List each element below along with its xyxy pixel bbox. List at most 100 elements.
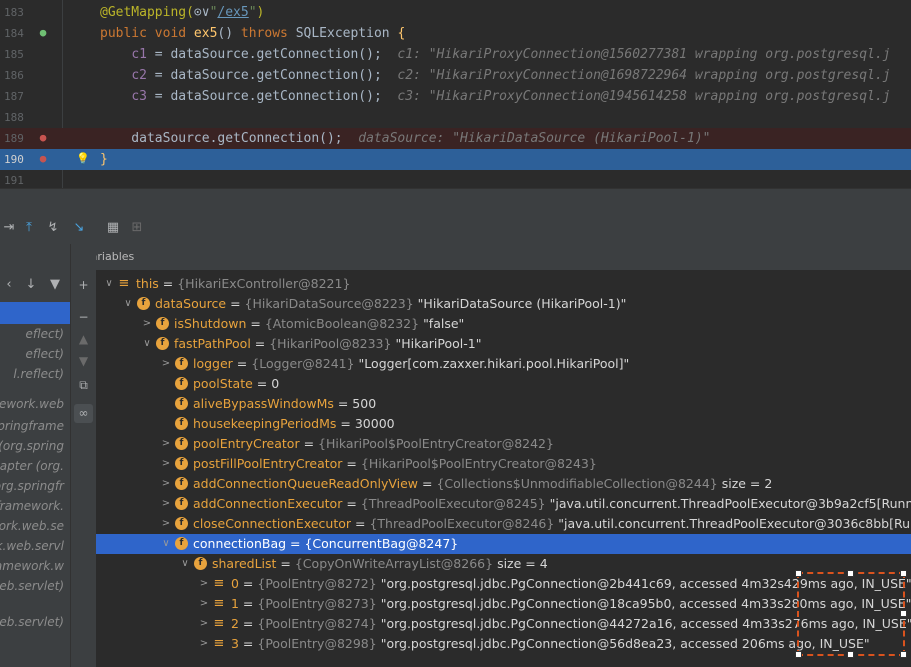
collapse-arrow-icon[interactable]: ∨ <box>161 534 171 554</box>
stack-frame[interactable]: amework.web <box>0 394 64 414</box>
evaluate-expression-icon[interactable]: ▦ <box>104 219 122 237</box>
expand-arrow-icon[interactable]: > <box>199 614 209 634</box>
stack-frame[interactable]: springframe <box>0 416 64 436</box>
expand-arrow-icon[interactable]: > <box>199 634 209 654</box>
variable-row[interactable]: > f logger = {Logger@8241} "Logger[com.zax… <box>96 354 911 374</box>
code-line[interactable]: 188 <box>0 107 911 128</box>
variable-row[interactable]: f poolState = 0 <box>96 374 911 394</box>
step-out-icon[interactable]: ⇥ <box>0 219 18 237</box>
line-number[interactable]: 183 <box>4 2 34 23</box>
code-token: dataSource: "HikariDataSource (HikariPoo… <box>358 131 711 146</box>
variable-row[interactable]: > ≡ 3 = {PoolEntry@8298} "org.postgresql.j… <box>96 634 911 654</box>
stack-frame[interactable]: org.springfr <box>0 476 64 496</box>
stack-frame[interactable]: eb.servlet) <box>0 576 64 596</box>
breakpoint-icon[interactable]: ● <box>36 152 50 166</box>
line-number[interactable]: 189 <box>4 128 34 149</box>
panel-splitter[interactable] <box>0 188 911 213</box>
stack-frame[interactable]: . (org.spring <box>0 436 64 456</box>
expand-arrow-icon[interactable]: > <box>199 594 209 614</box>
stack-frame[interactable]: framework. <box>0 496 64 516</box>
lightbulb-icon[interactable]: 💡 <box>76 152 90 166</box>
step-over-up-icon[interactable]: ⤒ <box>20 219 38 237</box>
line-number[interactable]: 191 <box>4 170 34 188</box>
stack-frame[interactable]: vork.web.se <box>0 516 64 536</box>
filter-icon[interactable]: ▼ <box>46 276 64 294</box>
move-up-icon[interactable]: ▲ <box>74 330 93 349</box>
variable-row[interactable]: f housekeepingPeriodMs = 30000 <box>96 414 911 434</box>
breakpoint-icon[interactable]: ● <box>36 131 50 145</box>
stack-frame[interactable]: amework.w <box>0 556 64 576</box>
collapse-arrow-icon[interactable]: ∨ <box>180 554 190 574</box>
trace-icon[interactable]: ⊞ <box>128 219 146 237</box>
arrow-down-icon[interactable]: ↓ <box>22 276 40 294</box>
variables-title: Variables <box>96 250 135 263</box>
stack-frame[interactable]: eflect) <box>25 324 64 344</box>
variable-row[interactable]: > ≡ 2 = {PoolEntry@8274} "org.postgresql.j… <box>96 614 911 634</box>
variable-row[interactable]: > f closeConnectionExecutor = {ThreadPoolE… <box>96 514 911 534</box>
variable-text: closeConnectionExecutor = {ThreadPoolExe… <box>193 514 911 534</box>
code-line[interactable]: 187 c3 = dataSource.getConnection(); c3:… <box>0 86 911 107</box>
equals-sign: = <box>333 396 353 411</box>
line-number[interactable]: 186 <box>4 65 34 86</box>
line-number[interactable]: 188 <box>4 107 34 128</box>
expand-arrow-icon[interactable]: > <box>161 474 171 494</box>
variable-row[interactable]: ∨ ≡ this = {HikariExController@8221} <box>96 274 911 294</box>
stack-frame[interactable]: eflect) <box>25 344 64 364</box>
line-number[interactable]: 190 <box>4 149 34 170</box>
variable-row[interactable]: > ≡ 1 = {PoolEntry@8273} "org.postgresql.j… <box>96 594 911 614</box>
code-token: @GetMapping( <box>100 5 194 20</box>
stack-frame[interactable]: rk.web.servl <box>0 536 64 556</box>
collapse-arrow-icon[interactable]: ∨ <box>104 274 114 294</box>
code-line[interactable]: 190 ● 💡} <box>0 149 911 170</box>
variable-row[interactable]: ∨ f dataSource = {HikariDataSource@8223} "… <box>96 294 911 314</box>
stack-frame[interactable]: apter (org. <box>0 456 64 476</box>
expand-arrow-icon[interactable]: > <box>142 314 152 334</box>
code-line[interactable]: 184 ● public void ex5() throws SQLExceptio… <box>0 23 911 44</box>
variable-row[interactable]: f aliveBypassWindowMs = 500 <box>96 394 911 414</box>
expand-arrow-icon[interactable]: > <box>161 514 171 534</box>
variable-row[interactable]: ∨ f fastPathPool = {HikariPool@8233} "Hika… <box>96 334 911 354</box>
move-down-icon[interactable]: ▼ <box>74 352 93 371</box>
add-watch-icon[interactable]: + <box>74 276 93 295</box>
frames-prev-icon[interactable]: ‹ <box>0 276 18 294</box>
code-line[interactable]: 186 c2 = dataSource.getConnection(); c2:… <box>0 65 911 86</box>
variable-row[interactable]: > f addConnectionQueueReadOnlyView = {Coll… <box>96 474 911 494</box>
frames-panel: ‹ ↓ ▼ eflect)eflect)l.reflect)amework.we… <box>0 244 71 667</box>
expand-arrow-icon[interactable]: > <box>161 434 171 454</box>
collapse-arrow-icon[interactable]: ∨ <box>123 294 133 314</box>
line-number[interactable]: 185 <box>4 44 34 65</box>
code-editor[interactable]: 183 @GetMapping(⊙∨"/ex5") 184 ● public void … <box>0 0 911 188</box>
drop-frame-icon[interactable]: ↯ <box>44 219 62 237</box>
variable-name: aliveBypassWindowMs <box>193 396 334 411</box>
collapse-arrow-icon[interactable]: ∨ <box>142 334 152 354</box>
copy-icon[interactable]: ⧉ <box>74 376 93 395</box>
expand-arrow-icon[interactable]: > <box>161 494 171 514</box>
stack-frame[interactable]: l.reflect) <box>13 364 64 384</box>
minus-icon[interactable]: − <box>74 308 93 327</box>
expand-arrow-icon[interactable]: > <box>199 574 209 594</box>
variable-row[interactable]: ∨ f connectionBag = {ConcurrentBag@8247} <box>96 534 911 554</box>
variable-row[interactable]: > f isShutdown = {AtomicBoolean@8232} "fal… <box>96 314 911 334</box>
variable-row[interactable]: ∨ f sharedList = {CopyOnWriteArrayList@826… <box>96 554 911 574</box>
code-line[interactable]: 183 @GetMapping(⊙∨"/ex5") <box>0 2 911 23</box>
line-number[interactable]: 184 <box>4 23 34 44</box>
stack-frame[interactable]: veb.servlet) <box>0 612 64 632</box>
code-line[interactable]: 191 <box>0 170 911 188</box>
expand-arrow-icon[interactable]: > <box>161 354 171 374</box>
line-number[interactable]: 187 <box>4 86 34 107</box>
variable-name: dataSource <box>155 296 227 311</box>
variable-row[interactable]: > f poolEntryCreator = {HikariPool$PoolEnt… <box>96 434 911 454</box>
glasses-icon[interactable]: ∞ <box>74 404 93 423</box>
selected-frame[interactable] <box>0 302 70 324</box>
code-line[interactable]: 185 c1 = dataSource.getConnection(); c1:… <box>0 44 911 65</box>
variable-row[interactable]: > f addConnectionExecutor = {ThreadPoolExe… <box>96 494 911 514</box>
run-to-cursor-icon[interactable]: ↘ <box>70 219 88 237</box>
resize-handle <box>795 570 802 577</box>
equals-sign: = <box>342 496 361 511</box>
variable-row[interactable]: > ≡ 0 = {PoolEntry@8272} "org.postgresql.j… <box>96 574 911 594</box>
code-line[interactable]: 189 ● dataSource.getConnection(); dataSou… <box>0 128 911 149</box>
expand-arrow-icon[interactable]: > <box>161 454 171 474</box>
variable-value: 30000 <box>354 416 395 431</box>
spring-bean-icon[interactable]: ● <box>36 26 50 40</box>
variable-row[interactable]: > f postFillPoolEntryCreator = {HikariPool… <box>96 454 911 474</box>
